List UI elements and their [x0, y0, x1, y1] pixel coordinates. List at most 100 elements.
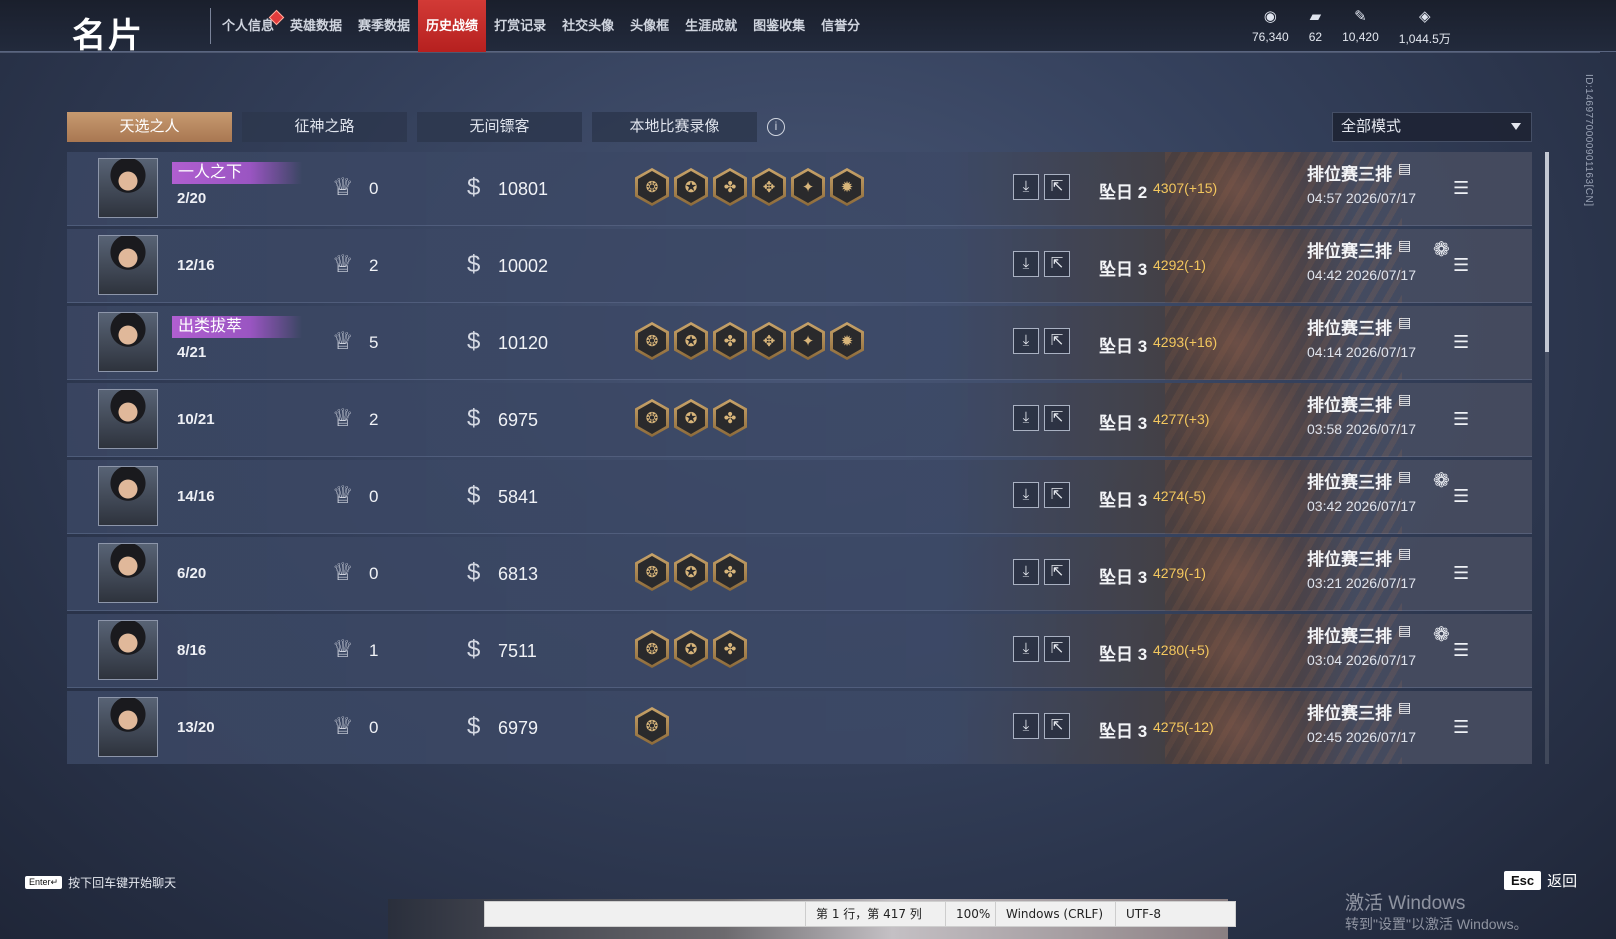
- medal-list: ❂ ✪ ✤: [635, 553, 752, 591]
- tab-0[interactable]: 天选之人: [67, 112, 232, 142]
- nav-item-6[interactable]: 头像框: [622, 0, 677, 52]
- ticket-icon: ▰: [1309, 8, 1322, 25]
- rank-name: 坠日 3: [1099, 337, 1148, 356]
- tab-1[interactable]: 征神之路: [242, 112, 407, 142]
- download-button[interactable]: ⤓: [1013, 636, 1039, 662]
- gem-icon: ◈: [1419, 8, 1431, 25]
- match-row[interactable]: 6/20 ♕ 0 $6813 ❂ ✪ ✤ ⤓ ⇱ 坠日 3 4279(-1) 排位赛三排 ▤ 03:21 …: [67, 537, 1532, 611]
- rank-name: 坠日 3: [1099, 568, 1148, 587]
- share-button[interactable]: ⇱: [1044, 636, 1070, 662]
- nav-item-5[interactable]: 社交头像: [554, 0, 622, 52]
- match-time: 03:58 2026/07/17: [1307, 421, 1416, 437]
- menu-icon[interactable]: ☰: [1453, 563, 1469, 584]
- match-time: 04:14 2026/07/17: [1307, 344, 1416, 360]
- match-type-tabs: 天选之人 征神之路 无间镖客 本地比赛录像: [67, 112, 767, 142]
- menu-icon[interactable]: ☰: [1453, 255, 1469, 276]
- title-divider: [210, 8, 211, 44]
- nav-item-4[interactable]: 打赏记录: [486, 0, 554, 52]
- nav-item-7[interactable]: 生涯成就: [677, 0, 745, 52]
- scrollbar-thumb[interactable]: [1545, 152, 1549, 352]
- rank-score: 4277(+3): [1153, 411, 1210, 427]
- share-button[interactable]: ⇱: [1044, 405, 1070, 431]
- mvp-count: 0: [369, 487, 379, 506]
- mvp-icon: ♕: [332, 559, 354, 586]
- download-button[interactable]: ⤓: [1013, 482, 1039, 508]
- medal-list: ❂ ✪ ✤: [635, 630, 752, 668]
- medal-icon: ✥: [752, 322, 786, 360]
- encoding[interactable]: UTF-8: [1115, 902, 1225, 926]
- currency-value: 10,420: [1342, 30, 1379, 44]
- nav-item-2[interactable]: 赛季数据: [350, 0, 418, 52]
- top-nav: 个人信息 英雄数据 赛季数据 历史战绩 打赏记录 社交头像 头像框 生涯成就 图鉴收集 信誉分: [214, 0, 868, 52]
- medal-icon: ✪: [674, 630, 708, 668]
- share-button[interactable]: ⇱: [1044, 713, 1070, 739]
- honor-badge: 出类拔萃: [172, 316, 302, 338]
- tab-3[interactable]: 本地比赛录像: [592, 112, 757, 142]
- kda-value: 13/20: [177, 719, 215, 736]
- rank-name: 坠日 3: [1099, 722, 1148, 741]
- menu-icon[interactable]: ☰: [1453, 640, 1469, 661]
- gold-icon: $: [467, 482, 481, 509]
- medal-list: ❂ ✪ ✤: [635, 399, 752, 437]
- nav-item-1[interactable]: 英雄数据: [282, 0, 350, 52]
- menu-icon[interactable]: ☰: [1453, 178, 1469, 199]
- hero-avatar: [98, 466, 158, 526]
- info-icon[interactable]: i: [767, 118, 785, 136]
- share-button[interactable]: ⇱: [1044, 559, 1070, 585]
- match-row[interactable]: 一人之下 2/20 ♕ 0 $10801 ❂ ✪ ✤ ✥ ✦ ✹ ⤓ ⇱ 坠日 2 4307(+15) 排位赛…: [67, 152, 1532, 226]
- share-button[interactable]: ⇱: [1044, 251, 1070, 277]
- hero-avatar: [98, 620, 158, 680]
- coin-icon: ◉: [1263, 8, 1277, 25]
- share-button[interactable]: ⇱: [1044, 328, 1070, 354]
- download-button[interactable]: ⤓: [1013, 405, 1039, 431]
- gold-value: 10002: [498, 256, 549, 276]
- match-row[interactable]: 10/21 ♕ 2 $6975 ❂ ✪ ✤ ⤓ ⇱ 坠日 3 4277(+3) 排位赛三排 ▤ 03:58…: [67, 383, 1532, 457]
- match-mode: 排位赛三排: [1307, 627, 1392, 646]
- back-button[interactable]: Esc 返回: [1504, 870, 1577, 891]
- replay-card-icon: ▤: [1398, 314, 1412, 330]
- nav-item-9[interactable]: 信誉分: [813, 0, 868, 52]
- match-row[interactable]: 出类拔萃 4/21 ♕ 5 $10120 ❂ ✪ ✤ ✥ ✦ ✹ ⤓ ⇱ 坠日 3 4293(+16) 排位赛…: [67, 306, 1532, 380]
- download-button[interactable]: ⤓: [1013, 328, 1039, 354]
- download-button[interactable]: ⤓: [1013, 174, 1039, 200]
- line-ending[interactable]: Windows (CRLF): [995, 902, 1115, 926]
- menu-icon[interactable]: ☰: [1453, 717, 1469, 738]
- mode-filter-value: 全部模式: [1341, 118, 1402, 135]
- mvp-count: 5: [369, 333, 379, 352]
- nav-item-3[interactable]: 历史战绩: [418, 0, 487, 52]
- menu-icon[interactable]: ☰: [1453, 486, 1469, 507]
- download-button[interactable]: ⤓: [1013, 559, 1039, 585]
- menu-icon[interactable]: ☰: [1453, 332, 1469, 353]
- medal-icon: ✪: [674, 399, 708, 437]
- gold-icon: $: [467, 328, 481, 355]
- windows-activation-hint: 转到"设置"以激活 Windows。: [1345, 916, 1528, 932]
- zoom-level[interactable]: 100%: [945, 902, 995, 926]
- rank-score: 4280(+5): [1153, 642, 1210, 658]
- medal-icon: ✪: [674, 553, 708, 591]
- currency-value: 76,340: [1252, 30, 1289, 44]
- tab-2[interactable]: 无间镖客: [417, 112, 582, 142]
- medal-icon: ❂: [635, 630, 669, 668]
- match-row[interactable]: 13/20 ♕ 0 $6979 ❂ ⤓ ⇱ 坠日 3 4275(-12) 排位赛三排 ▤ 02:45 …: [67, 691, 1532, 764]
- nav-item-0[interactable]: 个人信息: [214, 0, 285, 52]
- kda-value: 14/16: [177, 488, 215, 505]
- team-icon: ❁: [1433, 470, 1450, 492]
- match-row[interactable]: 14/16 ♕ 0 $5841 ⤓ ⇱ 坠日 3 4274(-5) 排位赛三排 ▤ 03:42 20…: [67, 460, 1532, 534]
- medal-icon: ✤: [713, 553, 747, 591]
- currency-1: ▰ 62: [1309, 8, 1322, 47]
- mvp-icon: ♕: [332, 482, 354, 509]
- medal-icon: ✦: [791, 322, 825, 360]
- mode-filter-dropdown[interactable]: 全部模式: [1332, 112, 1532, 142]
- replay-card-icon: ▤: [1398, 699, 1412, 715]
- gold-icon: $: [467, 174, 481, 201]
- download-button[interactable]: ⤓: [1013, 713, 1039, 739]
- hero-avatar: [98, 543, 158, 603]
- match-row[interactable]: 12/16 ♕ 2 $10002 ⤓ ⇱ 坠日 3 4292(-1) 排位赛三排 ▤ 04:42 2…: [67, 229, 1532, 303]
- nav-item-8[interactable]: 图鉴收集: [745, 0, 813, 52]
- download-button[interactable]: ⤓: [1013, 251, 1039, 277]
- share-button[interactable]: ⇱: [1044, 174, 1070, 200]
- menu-icon[interactable]: ☰: [1453, 409, 1469, 430]
- mvp-count: 0: [369, 564, 379, 583]
- match-row[interactable]: 8/16 ♕ 1 $7511 ❂ ✪ ✤ ⤓ ⇱ 坠日 3 4280(+5) 排位赛三排 ▤ 03:04 …: [67, 614, 1532, 688]
- share-button[interactable]: ⇱: [1044, 482, 1070, 508]
